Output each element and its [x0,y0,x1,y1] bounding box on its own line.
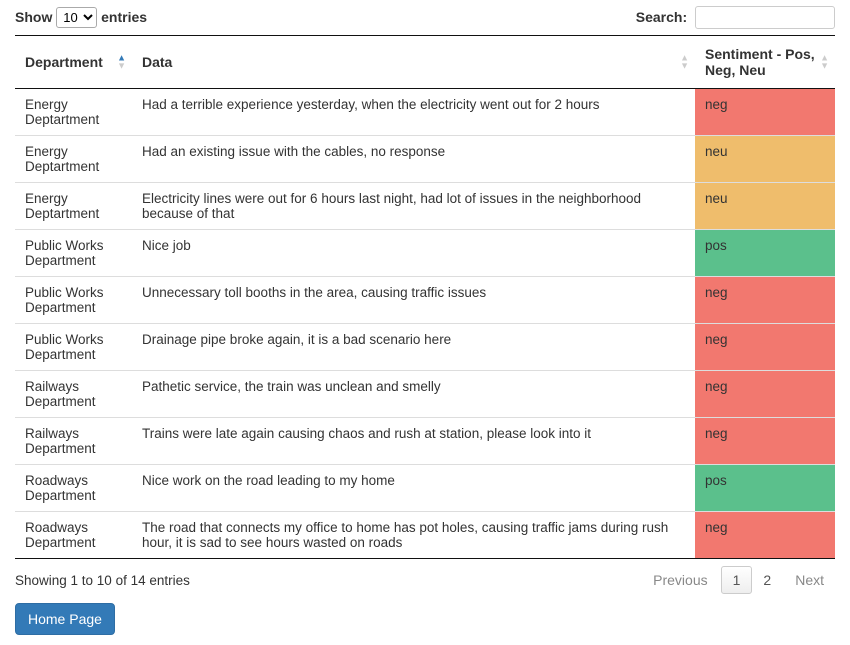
cell-data: Unnecessary toll booths in the area, cau… [132,277,695,324]
table-bottom-controls: Showing 1 to 10 of 14 entries Previous 1… [15,559,835,603]
search-input[interactable] [695,6,835,29]
table-row: Energy DeptartmentHad a terrible experie… [15,89,835,136]
table-body: Energy DeptartmentHad a terrible experie… [15,89,835,559]
header-department[interactable]: Department ▲ ▼ [15,36,132,89]
cell-department: Public Works Department [15,277,132,324]
sort-icon: ▲ ▼ [820,55,829,70]
sort-icon: ▲ ▼ [117,55,126,70]
cell-sentiment: neg [695,89,835,136]
cell-data: Nice job [132,230,695,277]
cell-data: Trains were late again causing chaos and… [132,418,695,465]
cell-sentiment: neu [695,136,835,183]
cell-department: Railways Department [15,371,132,418]
cell-department: Railways Department [15,418,132,465]
cell-data: Had an existing issue with the cables, n… [132,136,695,183]
cell-data: Pathetic service, the train was unclean … [132,371,695,418]
header-sentiment-label: Sentiment - Pos, Neg, Neu [705,46,815,78]
pagination-previous[interactable]: Previous [642,567,718,593]
header-data[interactable]: Data ▲ ▼ [132,36,695,89]
cell-department: Energy Deptartment [15,89,132,136]
header-data-label: Data [142,54,172,70]
table-row: Public Works DepartmentDrainage pipe bro… [15,324,835,371]
cell-data: The road that connects my office to home… [132,512,695,559]
cell-department: Roadways Department [15,465,132,512]
pagination-page[interactable]: 1 [721,566,753,594]
cell-department: Energy Deptartment [15,136,132,183]
cell-department: Roadways Department [15,512,132,559]
cell-sentiment: neu [695,183,835,230]
search-control: Search: [636,6,835,29]
cell-department: Public Works Department [15,230,132,277]
cell-department: Public Works Department [15,324,132,371]
table-row: Roadways DepartmentNice work on the road… [15,465,835,512]
table-row: Public Works DepartmentUnnecessary toll … [15,277,835,324]
length-suffix: entries [101,9,147,25]
table-info: Showing 1 to 10 of 14 entries [15,573,190,588]
cell-sentiment: neg [695,371,835,418]
cell-sentiment: neg [695,512,835,559]
sort-desc-icon: ▼ [680,63,689,70]
cell-data: Had a terrible experience yesterday, whe… [132,89,695,136]
cell-department: Energy Deptartment [15,183,132,230]
length-prefix: Show [15,9,52,25]
header-sentiment[interactable]: Sentiment - Pos, Neg, Neu ▲ ▼ [695,36,835,89]
table-row: Energy DeptartmentHad an existing issue … [15,136,835,183]
cell-sentiment: pos [695,230,835,277]
pagination: Previous 12 Next [642,567,835,593]
cell-data: Electricity lines were out for 6 hours l… [132,183,695,230]
pagination-pages: 12 [721,572,783,588]
header-row: Department ▲ ▼ Data ▲ ▼ Sentiment - Pos,… [15,36,835,89]
search-label: Search: [636,9,687,25]
table-row: Roadways DepartmentThe road that connect… [15,512,835,559]
table-top-controls: Show 10 entries Search: [15,0,835,35]
header-department-label: Department [25,54,103,70]
pagination-next[interactable]: Next [784,567,835,593]
cell-sentiment: neg [695,324,835,371]
table-row: Public Works DepartmentNice jobpos [15,230,835,277]
cell-sentiment: neg [695,418,835,465]
table-row: Railways DepartmentPathetic service, the… [15,371,835,418]
cell-data: Nice work on the road leading to my home [132,465,695,512]
data-table: Department ▲ ▼ Data ▲ ▼ Sentiment - Pos,… [15,35,835,559]
length-select[interactable]: 10 [56,7,97,28]
pagination-page[interactable]: 2 [752,567,782,593]
length-control: Show 10 entries [15,7,147,28]
sort-icon: ▲ ▼ [680,55,689,70]
sort-desc-icon: ▼ [117,63,126,70]
cell-sentiment: neg [695,277,835,324]
cell-data: Drainage pipe broke again, it is a bad s… [132,324,695,371]
cell-sentiment: pos [695,465,835,512]
table-row: Energy DeptartmentElectricity lines were… [15,183,835,230]
table-row: Railways DepartmentTrains were late agai… [15,418,835,465]
sort-desc-icon: ▼ [820,63,829,70]
home-page-button[interactable]: Home Page [15,603,115,635]
